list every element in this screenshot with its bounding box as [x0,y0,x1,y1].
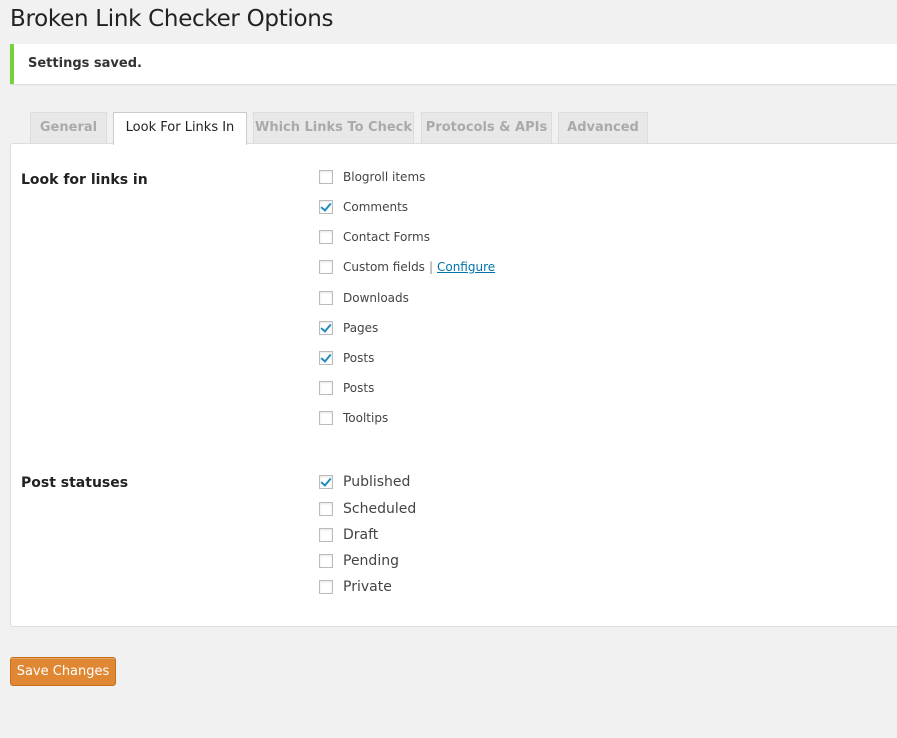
save-changes-button[interactable]: Save Changes [10,657,116,686]
status-published[interactable]: Published [319,474,410,490]
option-comments[interactable]: Comments [319,199,408,215]
checkbox-icon[interactable] [319,230,333,244]
option-custom-fields[interactable]: Custom fields | Configure [319,259,495,275]
settings-panel: Look for links in Blogroll items Comment… [10,143,897,627]
status-private[interactable]: Private [319,579,392,595]
tab-general[interactable]: General [30,112,107,143]
checkbox-checked-icon[interactable] [319,321,333,335]
look-for-links-label: Look for links in [21,172,148,188]
option-posts[interactable]: Posts [319,350,374,366]
option-tooltips[interactable]: Tooltips [319,410,388,426]
option-blogroll-items[interactable]: Blogroll items [319,169,425,185]
notice-text: Settings saved. [28,56,142,71]
tab-look-for-links-in[interactable]: Look For Links In [113,112,247,145]
option-label: Custom fields [343,260,425,274]
separator: | [428,260,433,274]
status-pending[interactable]: Pending [319,553,399,569]
checkbox-icon[interactable] [319,381,333,395]
option-pages[interactable]: Pages [319,320,378,336]
tab-which-links-to-check[interactable]: Which Links To Check [253,112,414,143]
checkbox-icon[interactable] [319,411,333,425]
option-label: Scheduled [343,501,417,517]
option-label: Pages [343,321,379,335]
option-downloads[interactable]: Downloads [319,290,409,306]
option-label: Private [343,579,392,595]
option-label: Posts [343,351,375,365]
checkbox-icon[interactable] [319,260,333,274]
option-label: Tooltips [343,411,389,425]
tab-protocols-apis[interactable]: Protocols & APIs [421,112,552,143]
checkbox-icon[interactable] [319,291,333,305]
status-scheduled[interactable]: Scheduled [319,501,416,517]
option-label: Downloads [343,291,409,305]
tab-advanced[interactable]: Advanced [558,112,648,143]
post-statuses-label: Post statuses [21,475,129,491]
checkbox-icon[interactable] [319,502,333,516]
option-label: Pending [343,553,399,569]
option-label: Posts [343,381,375,395]
options-page: Broken Link Checker Options Settings sav… [0,0,897,738]
option-label: Published [343,474,411,490]
checkbox-icon[interactable] [319,554,333,568]
option-label: Blogroll items [343,170,426,184]
option-label: Comments [343,200,409,214]
status-draft[interactable]: Draft [319,527,378,543]
checkbox-icon[interactable] [319,580,333,594]
option-label: Draft [343,527,379,543]
settings-saved-notice: Settings saved. [10,44,897,84]
checkbox-checked-icon[interactable] [319,351,333,365]
checkbox-checked-icon[interactable] [319,200,333,214]
checkbox-icon[interactable] [319,528,333,542]
option-contact-forms[interactable]: Contact Forms [319,229,430,245]
option-posts-2[interactable]: Posts [319,380,374,396]
page-title: Broken Link Checker Options [10,6,334,32]
configure-link[interactable]: Configure [437,260,495,274]
checkbox-checked-icon[interactable] [319,475,333,489]
checkbox-icon[interactable] [319,170,333,184]
option-label: Contact Forms [343,230,430,244]
